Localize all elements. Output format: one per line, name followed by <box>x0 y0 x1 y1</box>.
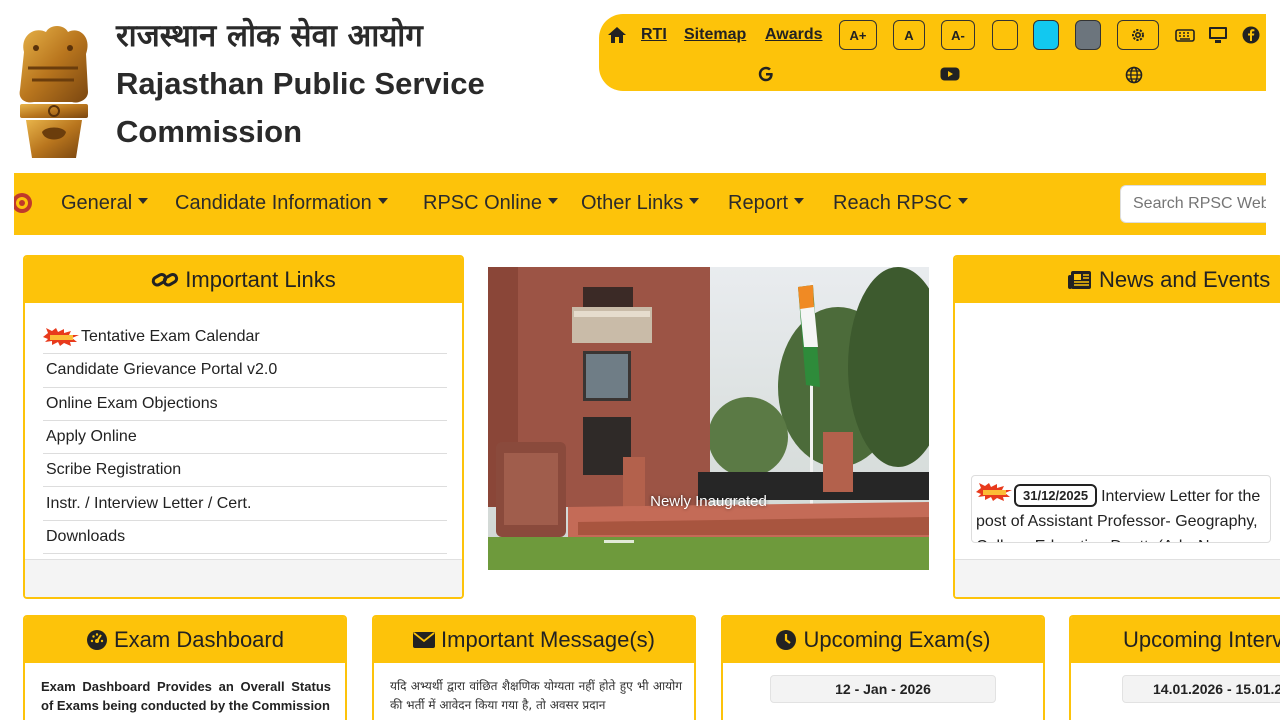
font-decrease-button[interactable]: A- <box>941 20 975 50</box>
important-links-header: Important Links <box>25 257 462 303</box>
link-downloads[interactable]: Downloads <box>43 521 447 555</box>
news-events-footer <box>955 559 1280 597</box>
new-badge-icon <box>43 328 79 347</box>
image-carousel[interactable]: Newly Inaugrated <box>488 267 929 570</box>
upcoming-interview-date[interactable]: 14.01.2026 - 15.01.2026 <box>1122 675 1280 703</box>
exam-dashboard-header: Exam Dashboard <box>25 617 345 663</box>
upcoming-exams-header: Upcoming Exam(s) <box>723 617 1043 663</box>
nav-candidate-information[interactable]: Candidate Information <box>175 192 388 215</box>
google-icon[interactable] <box>757 65 775 83</box>
newspaper-icon <box>1068 271 1091 289</box>
news-date-badge: 31/12/2025 <box>1014 484 1098 507</box>
nav-other-links[interactable]: Other Links <box>581 192 700 215</box>
new-badge-icon <box>976 483 1012 501</box>
caret-down-icon <box>377 197 388 204</box>
monitor-icon[interactable] <box>1208 26 1228 44</box>
theme-yellow-button[interactable] <box>992 20 1018 50</box>
rpsc-building-photo <box>488 267 929 570</box>
dashboard-gauge-icon <box>87 630 107 650</box>
caret-down-icon <box>957 197 968 204</box>
caret-down-icon <box>138 197 149 204</box>
link-interview-letter[interactable]: Instr. / Interview Letter / Cert. <box>43 487 447 521</box>
settings-button[interactable] <box>1117 20 1159 50</box>
important-links-footer <box>25 559 462 597</box>
nav-reach-rpsc[interactable]: Reach RPSC <box>833 192 968 215</box>
rpsc-logo-icon[interactable] <box>14 192 36 214</box>
link-candidate-grievance-portal[interactable]: Candidate Grievance Portal v2.0 <box>43 354 447 388</box>
site-title-english: Rajasthan Public Service Commission <box>116 66 485 149</box>
link-scribe-registration[interactable]: Scribe Registration <box>43 454 447 488</box>
font-increase-button[interactable]: A+ <box>839 20 877 50</box>
carousel-caption: Newly Inaugrated <box>650 493 767 510</box>
main-navbar: General Candidate Information RPSC Onlin… <box>14 173 1266 235</box>
theme-cyan-button[interactable] <box>1033 20 1059 50</box>
state-emblem-logo <box>19 26 88 158</box>
exam-dashboard-description: Exam Dashboard Provides an Overall Statu… <box>41 679 331 713</box>
upcoming-interviews-header: Upcoming Interview(s) <box>1071 617 1280 663</box>
clock-icon <box>776 630 797 650</box>
upcoming-exams-card: Upcoming Exam(s) 12 - Jan - 2026 <box>721 615 1045 720</box>
nav-general[interactable]: General <box>61 192 149 215</box>
awards-link[interactable]: Awards <box>765 26 823 44</box>
globe-icon[interactable] <box>1125 66 1143 84</box>
caret-down-icon <box>794 197 805 204</box>
facebook-icon[interactable] <box>1242 26 1260 44</box>
upcoming-interviews-card: Upcoming Interview(s) 14.01.2026 - 15.01… <box>1069 615 1280 720</box>
news-item[interactable]: 31/12/2025 Interview Letter for the post … <box>971 475 1271 543</box>
theme-gray-button[interactable] <box>1075 20 1101 50</box>
upcoming-exam-date[interactable]: 12 - Jan - 2026 <box>770 675 996 703</box>
search-input[interactable] <box>1120 185 1266 223</box>
link-apply-online[interactable]: Apply Online <box>43 421 447 455</box>
nav-rpsc-online[interactable]: RPSC Online <box>423 192 558 215</box>
nav-report[interactable]: Report <box>728 192 805 215</box>
important-links-card: Important Links Tentative Exam Calendar … <box>23 255 464 599</box>
font-normal-button[interactable]: A <box>893 20 925 50</box>
keyboard-icon[interactable] <box>1175 27 1195 43</box>
caret-down-icon <box>547 197 558 204</box>
utility-bar: RTI Sitemap Awards A+ A A- <box>599 14 1266 91</box>
important-message-header: Important Message(s) <box>374 617 694 663</box>
gear-icon <box>1132 29 1144 41</box>
link-icon <box>152 273 179 287</box>
caret-down-icon <box>689 197 700 204</box>
youtube-icon[interactable] <box>940 67 960 81</box>
news-events-card: News and Events 31/12/2025 Interview Lett… <box>953 255 1280 599</box>
important-links-list: Tentative Exam Calendar Candidate Grieva… <box>43 321 447 555</box>
link-online-exam-objections[interactable]: Online Exam Objections <box>43 388 447 421</box>
exam-dashboard-card: Exam Dashboard Exam Dashboard Provides a… <box>23 615 347 720</box>
site-title-hindi: राजस्थान लोक सेवा आयोग <box>116 18 423 54</box>
important-message-card: Important Message(s) यदि अभ्यर्थी द्वारा… <box>372 615 696 720</box>
news-events-header: News and Events <box>955 257 1280 303</box>
important-message-text: यदि अभ्यर्थी द्वारा वांछित शैक्षणिक योग्… <box>390 679 682 712</box>
sitemap-link[interactable]: Sitemap <box>684 26 746 44</box>
rti-link[interactable]: RTI <box>641 26 667 44</box>
home-icon[interactable] <box>607 25 627 45</box>
carousel-indicator[interactable] <box>604 540 634 543</box>
envelope-icon <box>413 632 436 648</box>
link-tentative-exam-calendar[interactable]: Tentative Exam Calendar <box>43 321 447 355</box>
